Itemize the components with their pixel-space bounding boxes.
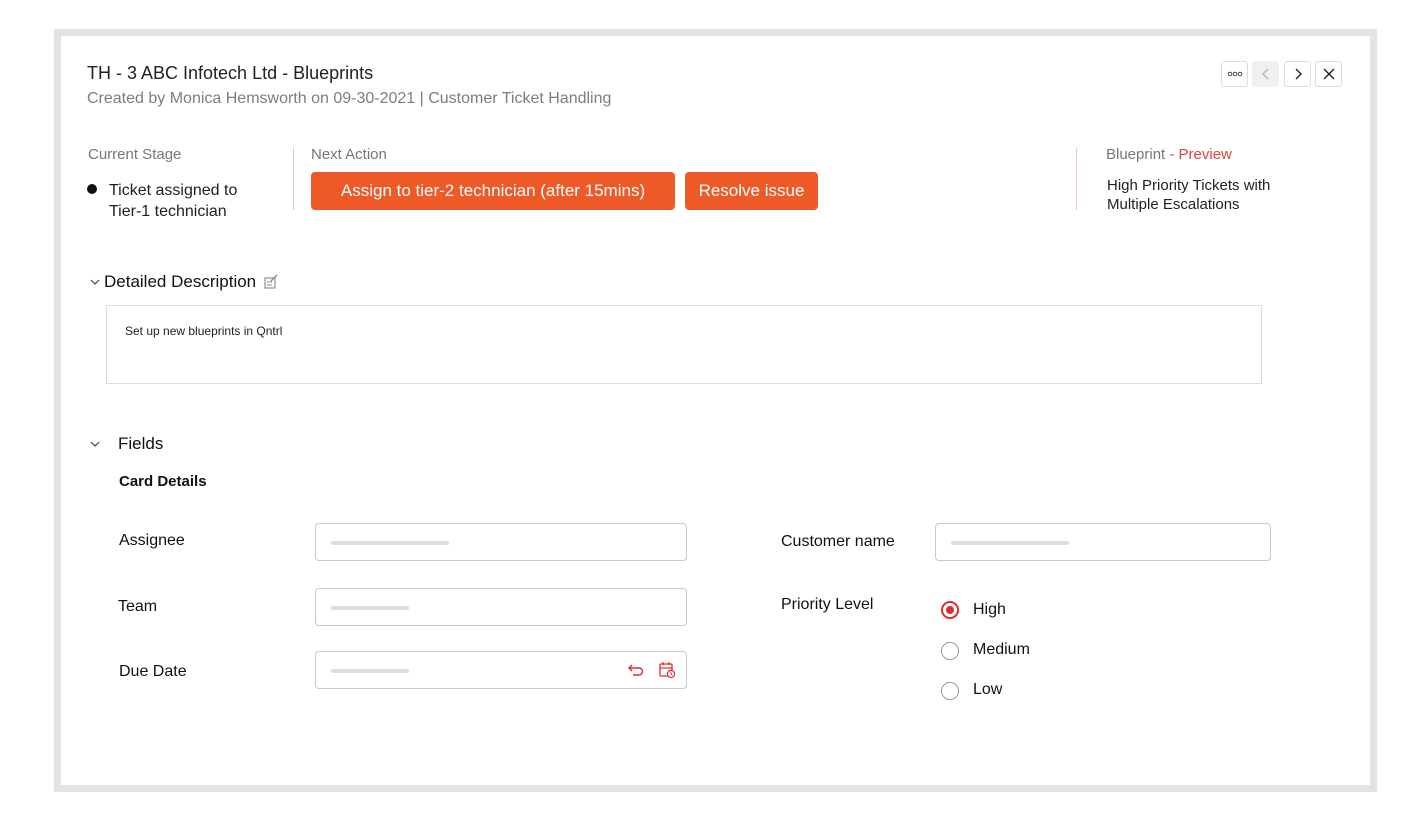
placeholder-bar [331, 669, 409, 673]
assign-tier2-button[interactable]: Assign to tier-2 technician (after 15min… [311, 172, 675, 210]
stage-bullet [87, 184, 97, 194]
due-date-label: Due Date [119, 663, 187, 680]
undo-icon[interactable] [627, 662, 645, 678]
edit-icon[interactable] [263, 274, 279, 290]
divider [1076, 148, 1077, 210]
previous-button[interactable] [1252, 61, 1279, 87]
divider [293, 148, 294, 210]
description-box[interactable]: Set up new blueprints in Qntrl [106, 305, 1262, 384]
more-options-button[interactable] [1221, 61, 1248, 87]
chevron-down-icon [90, 441, 100, 447]
placeholder-bar [951, 541, 1069, 545]
priority-high-label[interactable]: High [973, 601, 1006, 619]
priority-level-label: Priority Level [781, 596, 874, 613]
priority-high-radio[interactable] [941, 601, 959, 619]
customer-name-label: Customer name [781, 533, 895, 550]
blueprint-label: Blueprint - Preview [1106, 146, 1232, 163]
more-horizontal-icon [1227, 71, 1242, 77]
team-input[interactable] [315, 588, 687, 626]
close-button[interactable] [1315, 61, 1342, 87]
resolve-issue-button[interactable]: Resolve issue [685, 172, 818, 210]
description-heading: Detailed Description [104, 272, 257, 291]
chevron-right-icon [1295, 68, 1302, 80]
blueprint-name: High Priority Tickets with Multiple Esca… [1107, 177, 1271, 213]
priority-low-label[interactable]: Low [973, 681, 1002, 699]
priority-medium-radio[interactable] [941, 642, 959, 660]
chevron-left-icon [1261, 68, 1268, 80]
blueprint-preview-link[interactable]: - Preview [1165, 146, 1232, 163]
assignee-input[interactable] [315, 523, 687, 561]
fields-section-toggle[interactable]: Fields [90, 434, 163, 454]
close-icon [1323, 68, 1334, 80]
team-label: Team [118, 598, 158, 615]
current-stage-value: Ticket assigned to Tier-1 technician [109, 182, 238, 220]
priority-low-radio[interactable] [941, 682, 959, 700]
description-section-toggle[interactable]: Detailed Description [90, 272, 279, 292]
current-stage-label: Current Stage [88, 146, 182, 163]
next-action-label: Next Action [311, 146, 387, 163]
page-subtitle: Created by Monica Hemsworth on 09-30-202… [87, 90, 612, 107]
card-details-heading: Card Details [119, 473, 207, 490]
due-date-input[interactable] [315, 651, 687, 689]
placeholder-bar [331, 606, 409, 610]
fields-heading: Fields [118, 434, 164, 453]
description-text: Set up new blueprints in Qntrl [125, 324, 283, 338]
assignee-label: Assignee [119, 532, 185, 549]
customer-name-input[interactable] [935, 523, 1271, 561]
priority-medium-label[interactable]: Medium [973, 641, 1030, 659]
page-title: TH - 3 ABC Infotech Ltd - Blueprints [87, 63, 374, 83]
calendar-clock-icon[interactable] [658, 661, 676, 679]
chevron-down-icon [90, 279, 100, 285]
next-button[interactable] [1284, 61, 1311, 87]
placeholder-bar [331, 541, 449, 545]
